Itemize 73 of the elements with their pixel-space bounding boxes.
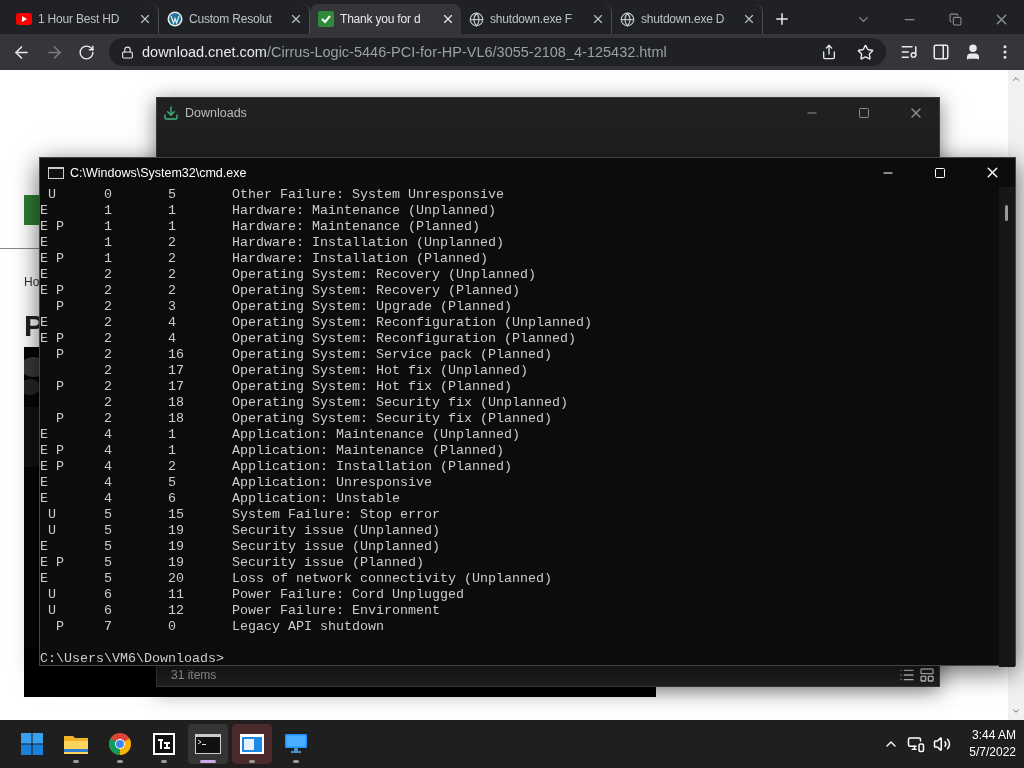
globe-icon — [469, 11, 484, 27]
console-line: P 2 18 Operating System: Security fix (Planned) — [55, 411, 552, 427]
console-line: E P 4 2 Application: Installation (Planned) — [40, 459, 512, 475]
archive-app-icon[interactable] — [153, 733, 175, 755]
browser-tab[interactable]: Thank you for d — [310, 4, 461, 34]
console-line: U 0 5 Other Failure: System Unresponsive — [47, 187, 504, 203]
star-icon[interactable] — [857, 43, 874, 61]
console-line: U 5 19 Security issue (Unplanned) — [47, 523, 440, 539]
share-icon[interactable] — [821, 44, 837, 60]
close-icon[interactable] — [742, 12, 756, 26]
side-panel-icon[interactable] — [932, 43, 950, 61]
console-line: E 5 20 Loss of network connectivity (Unplanned) — [40, 571, 552, 587]
media-list-icon[interactable] — [900, 43, 918, 61]
download-icon — [163, 105, 179, 121]
console-line: E 5 19 Security issue (Unplanned) — [40, 539, 440, 555]
console-line: P 2 16 Operating System: Service pack (Planned) — [55, 347, 552, 363]
clock-time: 3:44 AM — [971, 727, 1016, 744]
console-line: E P 2 2 Operating System: Recovery (Planned) — [40, 283, 520, 299]
console-line: 2 17 Operating System: Hot fix (Unplanned) — [103, 363, 528, 379]
url-host: download.cnet.com — [142, 44, 267, 60]
console-line: E 1 2 Hardware: Installation (Unplanned) — [40, 235, 504, 251]
profile-icon[interactable] — [964, 43, 982, 61]
new-tab-icon[interactable] — [773, 10, 791, 28]
console-line: E 4 6 Application: Unstable — [40, 491, 400, 507]
console-line: E 1 1 Hardware: Maintenance (Unplanned) — [40, 203, 496, 219]
scrollbar-thumb[interactable] — [1005, 205, 1008, 221]
window-title: C:\Windows\System32\cmd.exe — [70, 165, 247, 180]
folder-icon[interactable] — [64, 734, 88, 754]
close-icon[interactable] — [138, 12, 152, 26]
reload-icon[interactable] — [78, 43, 95, 61]
monitor-icon[interactable] — [285, 734, 307, 754]
console-line: E P 1 1 Hardware: Maintenance (Planned) — [40, 219, 480, 235]
close-icon[interactable] — [591, 12, 605, 26]
restore-icon[interactable] — [948, 12, 962, 26]
console-line: E P 2 4 Operating System: Reconfiguration (Planned) — [40, 331, 576, 347]
volume-icon[interactable] — [933, 735, 952, 753]
video-play-icon — [16, 13, 32, 25]
chrome-logo-icon[interactable] — [109, 733, 131, 755]
command-prompt[interactable]: C:\Users\VM6\Downloads> — [40, 651, 224, 667]
console-line: E 4 5 Application: Unresponsive — [40, 475, 432, 491]
tiles-view-icon[interactable] — [919, 667, 935, 683]
console-line: E 4 1 Application: Maintenance (Unplanned) — [40, 427, 520, 443]
globe-icon — [620, 11, 635, 27]
console-line: P 7 0 Legacy API shutdown — [55, 619, 384, 635]
windows-logo-icon[interactable] — [21, 733, 43, 755]
console-line: U 6 12 Power Failure: Environment — [47, 603, 440, 619]
console-line: 2 18 Operating System: Security fix (Unplanned) — [103, 395, 568, 411]
window-title: Downloads — [185, 106, 247, 120]
console-line: E 2 2 Operating System: Recovery (Unplanned) — [40, 267, 536, 283]
close-icon[interactable] — [441, 12, 455, 26]
close-icon[interactable] — [289, 12, 303, 26]
console-line: P 2 17 Operating System: Hot fix (Planned) — [55, 379, 512, 395]
console-line: E P 1 2 Hardware: Installation (Planned) — [40, 251, 488, 267]
terminal-icon — [48, 166, 64, 179]
console-line: U 6 11 Power Failure: Cord Unplugged — [47, 587, 464, 603]
circle-logo-icon — [167, 11, 183, 27]
console-line: E P 5 19 Security issue (Planned) — [40, 555, 424, 571]
window-app-icon[interactable] — [240, 734, 264, 754]
check-icon — [318, 11, 334, 27]
address-field[interactable]: download.cnet.com/Cirrus-Logic-5446-PCI-for-HP-VL6/3055-2108_4-125432.html — [109, 38, 886, 66]
url-path: /Cirrus-Logic-5446-PCI-for-HP-VL6/3055-2108_4-125432.html — [266, 44, 667, 60]
scroll-up-icon[interactable] — [1011, 74, 1021, 84]
lock-icon — [121, 45, 134, 59]
breadcrumb-link[interactable]: Ho — [24, 275, 40, 289]
item-count: 31 items — [171, 668, 217, 682]
scroll-down-icon[interactable] — [1011, 706, 1021, 716]
network-icon[interactable] — [907, 735, 926, 753]
clock-date: 5/7/2022 — [969, 744, 1016, 761]
console-line: U 5 15 System Failure: Stop error — [47, 507, 440, 523]
console-line: E P 4 1 Application: Maintenance (Planned) — [40, 443, 504, 459]
console-line: P 2 3 Operating System: Upgrade (Planned) — [55, 299, 512, 315]
terminal-icon[interactable] — [195, 734, 221, 754]
details-view-icon[interactable] — [899, 667, 915, 683]
